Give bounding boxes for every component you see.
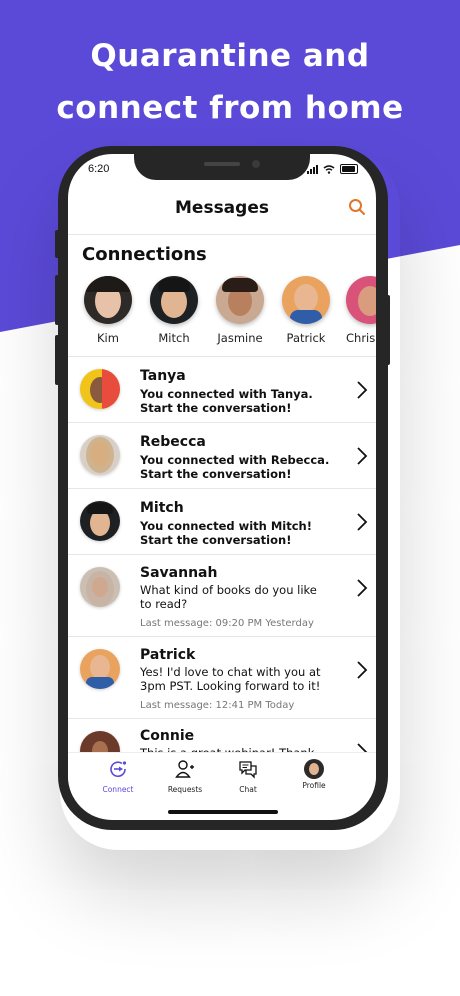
- tab-requests[interactable]: Requests: [155, 759, 215, 794]
- signal-icon: [307, 164, 318, 174]
- connection-chris[interactable]: Chris: [340, 276, 376, 345]
- connection-name: Chris: [346, 331, 376, 345]
- message-sender: Patrick: [140, 647, 196, 663]
- headline-line-1: Quarantine and: [90, 38, 370, 74]
- tab-connect[interactable]: Connect: [88, 759, 148, 794]
- tab-label: Profile: [302, 781, 326, 790]
- avatar: [304, 759, 324, 779]
- message-line: Start the conversation!: [140, 401, 292, 415]
- message-sender: Rebecca: [140, 434, 206, 450]
- message-sender: Tanya: [140, 368, 186, 384]
- message-line: to read?: [140, 597, 188, 611]
- chevron-right-icon: [357, 447, 368, 465]
- connections-list: Kim Mitch Jasmine Patrick Chris: [68, 276, 376, 350]
- volume-up-button: [55, 275, 59, 325]
- message-preview: What kind of books do you like to read?: [140, 583, 340, 611]
- connect-icon: [110, 761, 127, 777]
- message-preview: Yes! I'd love to chat with you at 3pm PS…: [140, 665, 340, 693]
- tab-bar: Connect Requests Chat Profile: [68, 752, 376, 797]
- message-sender: Connie: [140, 728, 195, 744]
- message-line: Yes! I'd love to chat with you at: [140, 665, 321, 679]
- tab-chat[interactable]: Chat: [218, 759, 278, 794]
- status-time: 6:20: [88, 163, 110, 175]
- connection-jasmine[interactable]: Jasmine: [210, 276, 270, 345]
- tab-label: Requests: [167, 785, 203, 794]
- avatar: [216, 276, 264, 324]
- page-title: Messages: [175, 198, 269, 218]
- avatar: [150, 276, 198, 324]
- message-row-rebecca[interactable]: Rebecca You connected with Rebecca. Star…: [68, 422, 376, 488]
- notch: [134, 154, 310, 180]
- avatar: [80, 567, 120, 607]
- message-sender: Savannah: [140, 565, 218, 581]
- front-camera: [252, 160, 260, 168]
- avatar: [282, 276, 330, 324]
- message-row-tanya[interactable]: Tanya You connected with Tanya. Start th…: [68, 356, 376, 422]
- volume-down-button: [55, 335, 59, 385]
- search-icon[interactable]: [348, 198, 366, 216]
- speaker: [204, 162, 240, 166]
- avatar: [80, 501, 120, 541]
- home-indicator[interactable]: [168, 810, 278, 814]
- message-sender: Mitch: [140, 500, 184, 516]
- tab-profile[interactable]: Profile: [284, 759, 344, 790]
- message-line: You connected with Mitch!: [140, 519, 312, 533]
- avatar: [80, 649, 120, 689]
- chat-icon: [239, 761, 257, 779]
- avatar: [84, 276, 132, 324]
- message-line: You connected with Tanya.: [140, 387, 313, 401]
- power-button: [386, 295, 390, 365]
- avatar: [80, 369, 120, 409]
- connection-kim[interactable]: Kim: [78, 276, 138, 345]
- message-line: 3pm PST. Looking forward to it!: [140, 679, 321, 693]
- chevron-right-icon: [357, 513, 368, 531]
- headline-line-2: connect from home: [56, 90, 404, 126]
- add-user-icon: [175, 760, 194, 778]
- message-row-mitch[interactable]: Mitch You connected with Mitch! Start th…: [68, 488, 376, 554]
- connection-name: Mitch: [158, 331, 190, 345]
- connections-title: Connections: [82, 244, 207, 265]
- status-icons: [307, 164, 358, 174]
- tab-label: Connect: [102, 785, 134, 794]
- avatar: [346, 276, 376, 324]
- message-preview: You connected with Mitch! Start the conv…: [140, 519, 340, 547]
- message-line: Start the conversation!: [140, 533, 292, 547]
- chevron-right-icon: [357, 661, 368, 679]
- headline: Quarantine and connect from home: [0, 30, 460, 134]
- avatar: [80, 435, 120, 475]
- chevron-right-icon: [357, 381, 368, 399]
- connection-name: Kim: [97, 331, 119, 345]
- message-row-savannah[interactable]: Savannah What kind of books do you like …: [68, 554, 376, 636]
- message-row-patrick[interactable]: Patrick Yes! I'd love to chat with you a…: [68, 636, 376, 718]
- connection-mitch[interactable]: Mitch: [144, 276, 204, 345]
- connection-name: Jasmine: [217, 331, 263, 345]
- chevron-right-icon: [357, 579, 368, 597]
- header-divider: [68, 234, 376, 235]
- battery-icon: [340, 164, 358, 174]
- message-preview: You connected with Rebecca. Start the co…: [140, 453, 340, 481]
- mute-switch: [55, 230, 59, 258]
- phone-screen: 6:20 Messages Connections Kim Mitch Jasm…: [68, 154, 376, 820]
- message-line: You connected with Rebecca.: [140, 453, 330, 467]
- connection-name: Patrick: [286, 331, 326, 345]
- message-line: What kind of books do you like: [140, 583, 317, 597]
- wifi-icon: [323, 164, 335, 174]
- message-preview: You connected with Tanya. Start the conv…: [140, 387, 340, 415]
- last-message-time: Last message: 12:41 PM Today: [140, 700, 295, 711]
- message-line: Start the conversation!: [140, 467, 292, 481]
- tab-label: Chat: [239, 785, 257, 794]
- connection-patrick[interactable]: Patrick: [276, 276, 336, 345]
- last-message-time: Last message: 09:20 PM Yesterday: [140, 618, 314, 629]
